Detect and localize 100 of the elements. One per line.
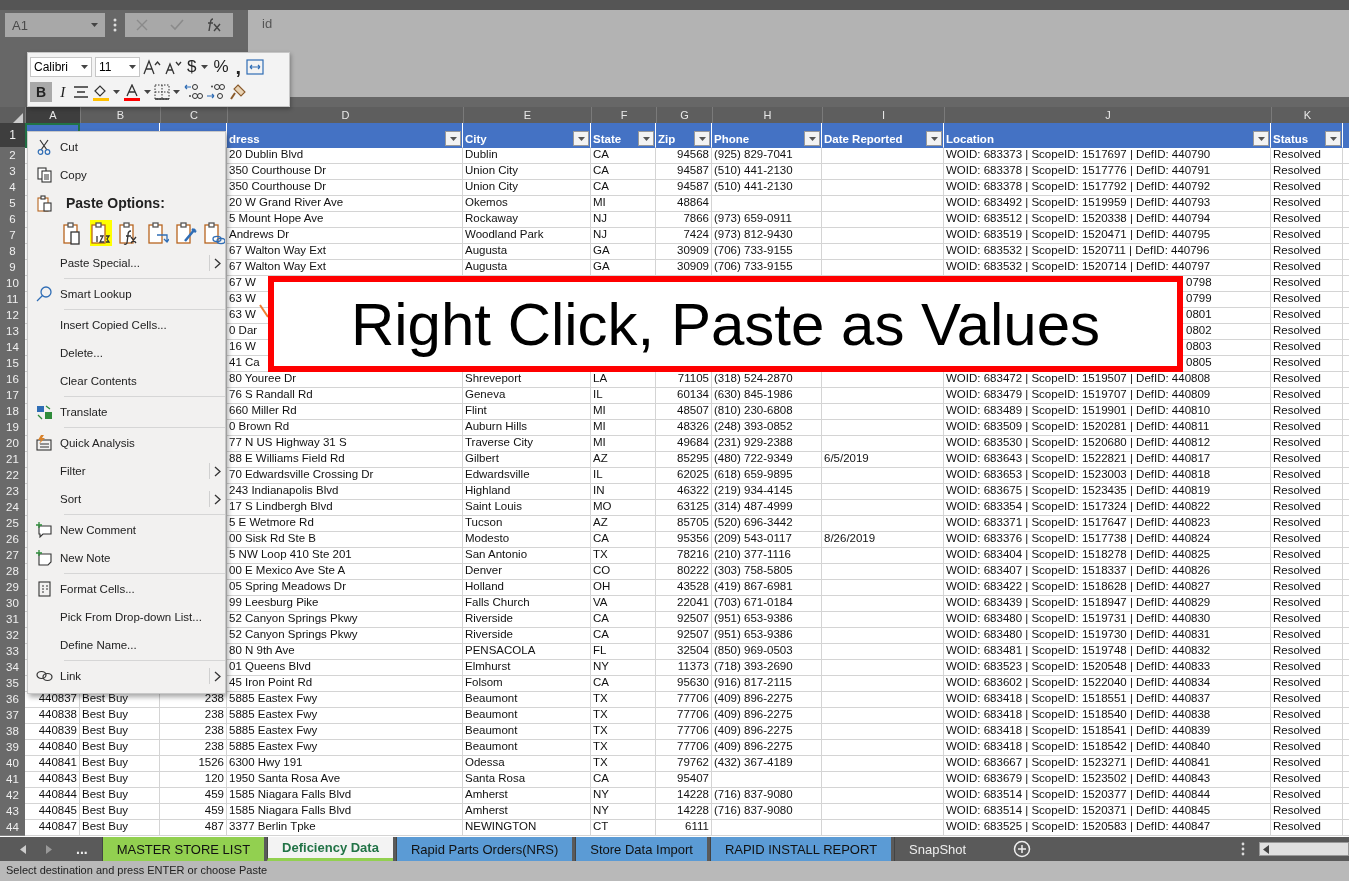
filter-button[interactable]	[926, 131, 942, 146]
format-painter-icon[interactable]	[229, 83, 248, 101]
table-cell: (951) 653-9386	[712, 611, 822, 628]
table-cell: PENSACOLA	[463, 643, 591, 660]
sheet-tab[interactable]: MASTER STORE LIST	[101, 837, 265, 861]
sheet-tab[interactable]: Rapid Parts Orders(NRS)	[395, 837, 573, 861]
filter-button[interactable]	[573, 131, 589, 146]
menu-item[interactable]: New Note	[28, 544, 225, 572]
filter-button[interactable]	[638, 131, 654, 146]
table-cell: (231) 929-2388	[712, 435, 822, 452]
table-cell: Resolved	[1271, 419, 1343, 436]
more-icon[interactable]	[113, 18, 117, 32]
menu-item[interactable]: Format Cells...	[28, 575, 225, 603]
filter-button[interactable]	[694, 131, 710, 146]
menu-item[interactable]: Link	[28, 662, 225, 690]
table-cell: Resolved	[1271, 323, 1343, 340]
wrap-text-icon[interactable]	[246, 59, 265, 75]
table-cell: 14228	[656, 803, 712, 820]
more-icon[interactable]	[1241, 842, 1245, 856]
table-cell: WOID: 683418 | ScopeID: 1518541 | DefID: 440839	[944, 723, 1271, 740]
table-cell: CA	[591, 627, 656, 644]
font-color-icon[interactable]	[123, 83, 142, 101]
table-cell: 1585 Niagara Falls Blvd	[227, 787, 463, 804]
column-header: dress	[229, 132, 260, 146]
table-cell: (973) 659-0911	[712, 211, 822, 228]
table-cell: 77706	[656, 707, 712, 724]
table-cell: 440843	[25, 771, 80, 788]
menu-item[interactable]: Clear Contents	[28, 367, 225, 395]
borders-icon[interactable]	[154, 84, 171, 100]
menu-item[interactable]: Delete...	[28, 339, 225, 367]
menu-item[interactable]: Sort	[28, 485, 225, 513]
currency-button[interactable]: $	[185, 57, 199, 77]
menu-item[interactable]: Smart Lookup	[28, 280, 225, 308]
fill-color-icon[interactable]	[92, 83, 111, 101]
increase-font-size-icon[interactable]	[143, 59, 161, 75]
sheet-tab[interactable]: RAPID INSTALL REPORT	[709, 837, 892, 861]
filter-button[interactable]	[1253, 131, 1269, 146]
table-cell: FL	[591, 643, 656, 660]
paste-option-button[interactable]	[174, 220, 197, 246]
table-cell: Resolved	[1271, 451, 1343, 468]
menu-item[interactable]: Translate	[28, 398, 225, 426]
menu-item[interactable]: Paste Special...	[28, 249, 225, 277]
table-cell: Resolved	[1271, 771, 1343, 788]
menu-item[interactable]: Pick From Drop-down List...	[28, 603, 225, 631]
table-cell: TX	[591, 707, 656, 724]
row-number[interactable]: 44	[0, 819, 25, 836]
decrease-font-size-icon[interactable]	[164, 59, 182, 75]
menu-item[interactable]: Insert Copied Cells...	[28, 311, 225, 339]
table-cell: Resolved	[1271, 259, 1343, 276]
table-cell: Resolved	[1271, 691, 1343, 708]
table-cell: Flint	[463, 403, 591, 420]
formula-field[interactable]: id	[248, 10, 1349, 97]
table-cell: TX	[591, 723, 656, 740]
table-cell: 85705	[656, 515, 712, 532]
font-name-field[interactable]: Calibri	[30, 57, 92, 77]
table-cell: Best Buy	[80, 739, 160, 756]
table-cell: 94568	[656, 147, 712, 164]
insert-function-icon[interactable]	[206, 18, 222, 32]
table-cell: Falls Church	[463, 595, 591, 612]
name-box[interactable]: A1	[5, 13, 105, 37]
sheet-tab[interactable]: Store Data Import	[575, 837, 707, 861]
table-cell: Resolved	[1271, 147, 1343, 164]
table-cell: 32504	[656, 643, 712, 660]
table-cell: WOID: 683525 | ScopeID: 1520583 | DefID: 440847	[944, 819, 1271, 836]
table-cell: Best Buy	[80, 787, 160, 804]
bold-button[interactable]: B	[30, 82, 53, 102]
table-cell: WOID: 683479 | ScopeID: 1519707 | DefID: 440809	[944, 387, 1271, 404]
paste-formatting-icon	[174, 221, 197, 245]
italic-button[interactable]: I	[55, 82, 71, 102]
scroll-left-icon[interactable]	[1263, 844, 1269, 854]
font-size-field[interactable]: 11	[95, 57, 140, 77]
filter-button[interactable]	[804, 131, 820, 146]
paste-option-button[interactable]	[202, 220, 226, 246]
row-number[interactable]: 1	[0, 123, 25, 148]
menu-item[interactable]: Define Name...	[28, 631, 225, 659]
menu-item[interactable]: Quick Analysis	[28, 429, 225, 457]
table-cell: Resolved	[1271, 707, 1343, 724]
decrease-decimal-icon[interactable]	[206, 83, 227, 101]
horizontal-scrollbar[interactable]	[1259, 842, 1349, 856]
add-sheet-icon[interactable]	[1013, 840, 1032, 858]
table-cell: WOID: 683439 | ScopeID: 1518947 | DefID: 440829	[944, 595, 1271, 612]
menu-item[interactable]: Cut	[28, 133, 225, 161]
filter-button[interactable]	[1325, 131, 1341, 146]
menu-item[interactable]: Filter	[28, 457, 225, 485]
increase-decimal-icon[interactable]	[183, 83, 204, 101]
comma-style-button[interactable]: ,	[233, 57, 244, 77]
table-cell: CA	[591, 771, 656, 788]
paste-option-button[interactable]	[90, 220, 113, 246]
table-cell: Union City	[463, 179, 591, 196]
table-cell: Beaumont	[463, 739, 591, 756]
table-cell: 440840	[25, 739, 80, 756]
filter-button[interactable]	[445, 131, 461, 146]
menu-item[interactable]: Copy	[28, 161, 225, 189]
previous-sheet-icon[interactable]	[20, 844, 26, 854]
menu-item[interactable]: New Comment	[28, 516, 225, 544]
percent-button[interactable]: %	[211, 57, 231, 77]
center-align-icon[interactable]	[73, 85, 90, 99]
table-cell: Resolved	[1271, 563, 1343, 580]
sheet-tab[interactable]: Deficiency Data	[267, 837, 393, 861]
more-sheets-button[interactable]: ...	[76, 841, 88, 857]
